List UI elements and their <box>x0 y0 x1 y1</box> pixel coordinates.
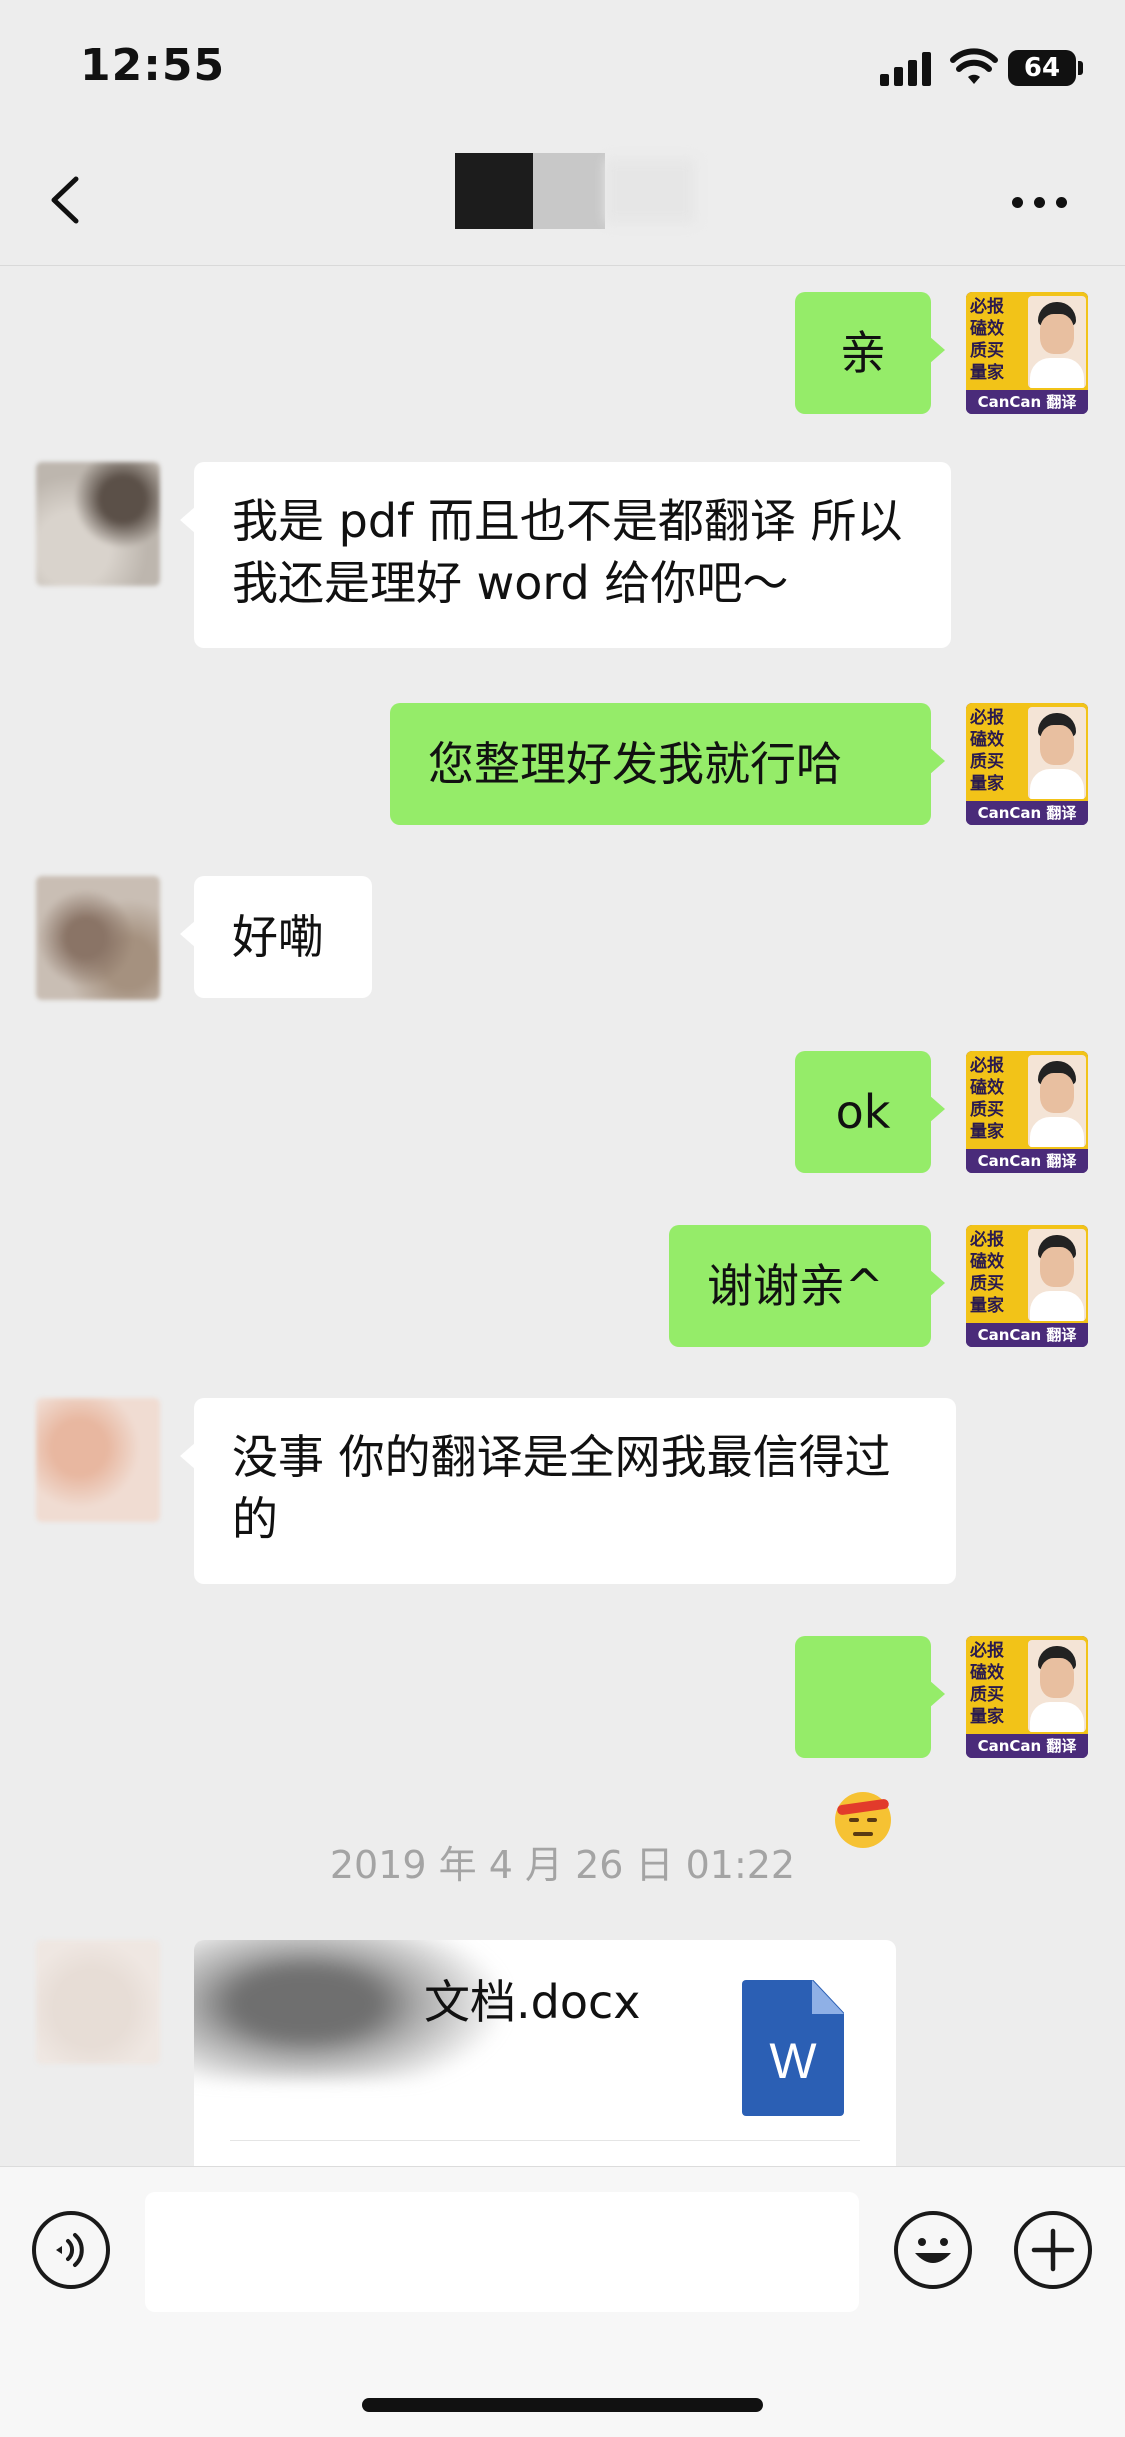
wifi-icon <box>950 48 998 84</box>
input-bar <box>0 2166 1125 2437</box>
chevron-left-icon[interactable] <box>46 175 86 225</box>
nav-bar <box>0 135 1125 266</box>
message-bubble-self[interactable]: 谢谢亲^ <box>669 1225 945 1347</box>
word-document-icon: W <box>742 1980 844 2116</box>
file-message-card[interactable]: 文档.docx W <box>194 1940 896 2200</box>
avatar-brand: CanCan 翻译 <box>966 390 1088 414</box>
self-avatar[interactable]: 必报 磕效 质买 量家 CanCan 翻译 <box>966 703 1088 825</box>
plus-icon <box>1031 2228 1075 2272</box>
self-avatar[interactable]: 必报 磕效 质买 量家 CanCan 翻译 <box>966 292 1088 414</box>
emoji-button[interactable] <box>894 2211 972 2289</box>
peer-avatar[interactable] <box>36 1940 160 2064</box>
emoji-face-icon <box>915 2238 951 2263</box>
voice-button[interactable] <box>32 2211 110 2289</box>
message-bubble-self[interactable]: 您整理好发我就行哈 <box>390 703 945 825</box>
self-avatar[interactable]: 必报 磕效 质买 量家 CanCan 翻译 <box>966 1225 1088 1347</box>
status-bar: 12:55 64 <box>0 0 1125 135</box>
message-timestamp: 2019 年 4 月 26 日 01:22 <box>329 1843 796 1887</box>
message-bubble-self[interactable]: 亲 <box>795 292 945 414</box>
battery-icon: 64 <box>1008 50 1083 86</box>
message-bubble-peer[interactable]: 好嘞 <box>180 876 372 998</box>
file-card-divider <box>230 2140 860 2141</box>
file-name: 文档.docx <box>424 1975 641 2029</box>
more-dots-icon[interactable] <box>1010 193 1070 213</box>
peer-avatar[interactable] <box>36 462 160 586</box>
chat-messages[interactable]: 必报 磕效 质买 量家 CanCan 翻译 亲 我是 pdf 而且也不是都翻译 … <box>0 266 1125 2200</box>
message-bubble-self[interactable]: ok <box>795 1051 945 1173</box>
message-bubble-peer[interactable]: 我是 pdf 而且也不是都翻译 所以我还是理好 word 给你吧～ <box>180 462 951 648</box>
status-time: 12:55 <box>80 40 226 91</box>
message-input[interactable] <box>145 2192 859 2312</box>
plus-button[interactable] <box>1014 2211 1092 2289</box>
message-bubble-self[interactable] <box>795 1636 945 1848</box>
chat-title-redacted <box>455 153 695 229</box>
signal-icon <box>880 52 932 86</box>
self-avatar[interactable]: 必报 磕效 质买 量家 CanCan 翻译 <box>966 1051 1088 1173</box>
peer-avatar[interactable] <box>36 1398 160 1522</box>
voice-icon <box>56 2233 84 2267</box>
message-bubble-peer[interactable]: 没事 你的翻译是全网我最信得过的 <box>180 1398 956 1584</box>
self-avatar[interactable]: 必报 磕效 质买 量家 CanCan 翻译 <box>966 1636 1088 1758</box>
peer-avatar[interactable] <box>36 876 160 1000</box>
avatar-slogan: 必报 磕效 质买 量家 <box>970 297 1004 383</box>
home-indicator[interactable] <box>362 2398 763 2412</box>
